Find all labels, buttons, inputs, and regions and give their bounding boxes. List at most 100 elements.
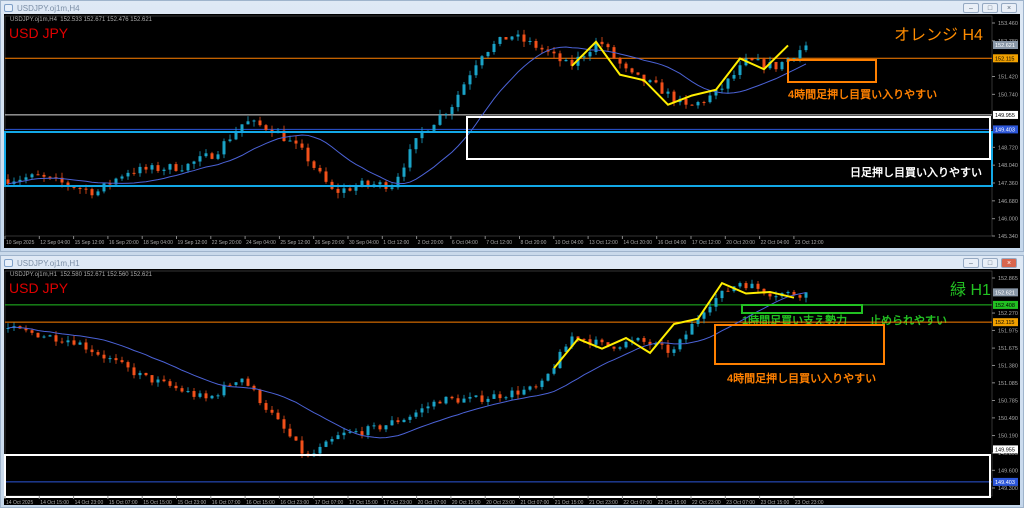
h4-candle: [210, 153, 214, 159]
h1-candle: [330, 439, 334, 442]
h1-time-label: 16 Oct 23:00: [280, 500, 309, 506]
h4-candle: [708, 95, 712, 103]
h4-candle: [138, 166, 142, 174]
h4-candle: [516, 34, 520, 37]
h4-time-label: 8 Oct 20:00: [521, 240, 547, 246]
h1-candle: [60, 341, 64, 343]
h1-candle: [402, 419, 406, 423]
h1-candle: [786, 291, 790, 294]
h4-candle: [390, 187, 394, 189]
h4-candle: [216, 154, 220, 159]
h4-price-tick-label: 148.720: [998, 145, 1018, 151]
h4-candle: [336, 188, 340, 193]
h1-candle: [246, 378, 250, 386]
h4-candle: [804, 45, 808, 51]
h1-candle: [132, 367, 136, 376]
h4-time-label: 19 Sep 12:00: [178, 240, 208, 246]
h1-candle: [516, 390, 520, 395]
h4-time-label: 1 Oct 12:00: [383, 240, 409, 246]
h4-candle: [720, 88, 724, 90]
h4-candle: [738, 65, 742, 76]
h1-candle: [756, 283, 760, 289]
h1-candle: [552, 368, 556, 374]
h4-candle: [84, 188, 88, 190]
h1-candle: [720, 290, 724, 299]
h4-candle: [300, 143, 304, 148]
h1-time-label: 17 Oct 23:00: [383, 500, 412, 506]
h1-candle: [522, 389, 526, 395]
h4-candle: [732, 75, 736, 79]
h4-candle: [120, 176, 124, 179]
h4-candle: [606, 44, 610, 48]
h4-candle: [702, 102, 706, 104]
h1-candle: [186, 391, 190, 393]
h1-candle: [264, 403, 268, 410]
h1-candle: [528, 386, 532, 390]
h4-candle: [780, 62, 784, 70]
h1-price-tick-label: 151.975: [998, 328, 1018, 334]
h4-candle: [348, 188, 352, 191]
h1-candle: [510, 390, 514, 398]
h1-time-label: 20 Oct 07:00: [418, 500, 447, 506]
h1-candle: [474, 395, 478, 397]
h4-time-label: 23 Oct 12:00: [795, 240, 824, 246]
h4-candle: [240, 124, 244, 132]
h1-candle: [138, 372, 142, 376]
h1-time-label: 17 Oct 15:00: [349, 500, 378, 506]
h4-time-label: 6 Oct 04:00: [452, 240, 478, 246]
h4-candle: [228, 139, 232, 142]
h4-candle: [144, 166, 148, 170]
h1-candle: [660, 343, 664, 345]
h1-candle: [462, 398, 466, 403]
h4-candle: [24, 177, 28, 180]
h1-time-label: 22 Oct 23:00: [692, 500, 721, 506]
h4-time-label: 14 Oct 20:00: [623, 240, 652, 246]
h4-candle: [156, 165, 160, 171]
h4-candle: [648, 80, 652, 83]
h4-candle: [564, 59, 568, 62]
h1-candle: [378, 425, 382, 430]
h4-candle: [660, 82, 664, 94]
h1-time-label: 15 Oct 23:00: [178, 500, 207, 506]
h1-candle: [396, 420, 400, 423]
h1-candle: [192, 391, 196, 397]
h4-candle: [654, 80, 658, 83]
h4-candle: [36, 174, 40, 176]
h1-time-label: 23 Oct 07:00: [726, 500, 755, 506]
h4-candle: [486, 52, 490, 57]
h1-candle: [228, 384, 232, 386]
h1-price-tick-label: 151.085: [998, 381, 1018, 387]
h1-candle: [66, 340, 70, 343]
h4-time-label: 24 Sep 04:00: [246, 240, 276, 246]
h1-candle: [498, 394, 502, 399]
h1-candle: [618, 347, 622, 349]
h1-candle: [210, 395, 214, 399]
h4-price-tick-label: 146.680: [998, 199, 1018, 205]
h1-candle: [708, 306, 712, 313]
h1-candle: [540, 380, 544, 387]
h1-price-tick-label: 152.865: [998, 276, 1018, 282]
h4-candle: [102, 183, 106, 192]
h1-time-label: 15 Oct 15:00: [143, 500, 172, 506]
h1-candle: [42, 336, 46, 338]
h1-candle: [120, 360, 124, 363]
h4-candle: [684, 98, 688, 105]
h1-price-tick-label: 150.785: [998, 399, 1018, 405]
h1-candle: [636, 338, 640, 341]
h1-price-tag-label: 152.408: [995, 303, 1015, 309]
h4-candle: [630, 68, 634, 73]
h4-candle: [468, 75, 472, 85]
h4-candle: [798, 50, 802, 59]
h1-candle: [78, 342, 82, 345]
h1-candle: [180, 388, 184, 392]
h4-time-label: 12 Sep 04:00: [40, 240, 70, 246]
h4-candle: [588, 52, 592, 57]
h4-candle: [558, 53, 562, 62]
h1-time-label: 21 Oct 15:00: [555, 500, 584, 506]
h4-candle: [366, 180, 370, 186]
h1-time-label: 22 Oct 07:00: [623, 500, 652, 506]
h1-time-label: 23 Oct 15:00: [761, 500, 790, 506]
h4-candle: [450, 107, 454, 114]
h4-zone-box: [466, 116, 991, 160]
h1-candle: [354, 431, 358, 433]
